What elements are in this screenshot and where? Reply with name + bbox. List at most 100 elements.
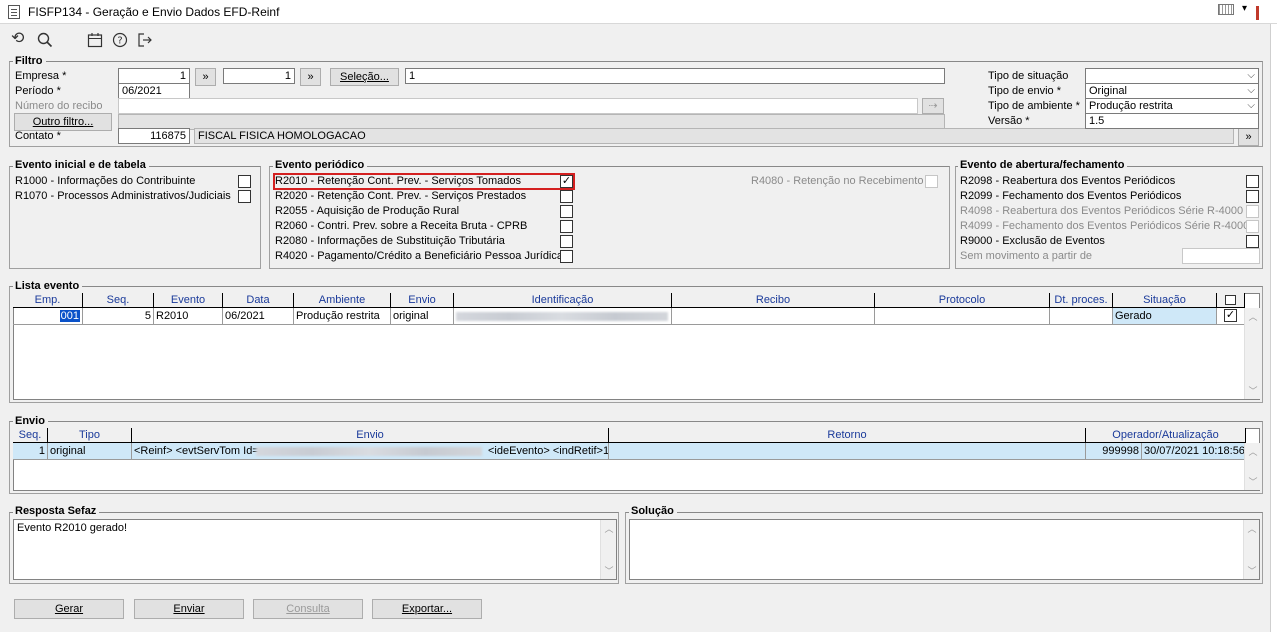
r1000-checkbox[interactable] <box>238 175 251 188</box>
col-envio-tipo[interactable]: Tipo <box>48 428 132 443</box>
periodo-input[interactable]: 06/2021 <box>118 83 190 99</box>
r4099-checkbox[interactable] <box>1246 220 1259 233</box>
envio-row-tipo[interactable]: original <box>48 443 132 460</box>
r2055-checkbox[interactable] <box>560 205 573 218</box>
filtro-legend: Filtro <box>13 55 46 67</box>
envio-row-envio[interactable]: <Reinf> <evtServTom Id= <ideEvento> <ind… <box>132 443 609 460</box>
r9000-checkbox[interactable] <box>1246 235 1259 248</box>
cell-data[interactable]: 06/2021 <box>223 308 294 325</box>
exit-icon[interactable] <box>137 32 153 51</box>
help-icon[interactable]: ? <box>112 32 128 51</box>
scroll-down-icon[interactable]: ﹀ <box>1244 564 1260 577</box>
col-envio-envio[interactable]: Envio <box>132 428 609 443</box>
r4098-checkbox[interactable] <box>1246 205 1259 218</box>
empresa-to-input[interactable]: 1 <box>223 68 295 84</box>
resposta-textarea[interactable]: Evento R2010 gerado! <box>13 519 617 580</box>
r2010-checkbox[interactable]: ✓ <box>560 175 573 188</box>
app-icon <box>8 5 20 19</box>
col-envio-seq[interactable]: Seq. <box>13 428 48 443</box>
cell-protocolo[interactable] <box>875 308 1050 325</box>
scroll-up-icon[interactable]: ︿ <box>1245 445 1261 458</box>
col-dt-proces[interactable]: Dt. proces. <box>1050 293 1113 308</box>
cell-check[interactable]: ✓ <box>1217 308 1245 325</box>
cell-identificacao[interactable] <box>454 308 672 325</box>
empresa-from-input[interactable]: 1 <box>118 68 190 84</box>
resposta-scrollbar[interactable]: ︿ ﹀ <box>600 520 616 579</box>
keyboard-icon[interactable] <box>1218 4 1234 15</box>
gerar-button[interactable]: Gerar <box>14 599 124 619</box>
dropdown-arrow-icon[interactable]: ▾ <box>1242 3 1247 14</box>
r2080-checkbox[interactable] <box>560 235 573 248</box>
col-ambiente[interactable]: Ambiente <box>294 293 391 308</box>
scroll-down-icon[interactable]: ﹀ <box>601 564 617 577</box>
exportar-button[interactable]: Exportar... <box>372 599 482 619</box>
r2099-checkbox[interactable] <box>1246 190 1259 203</box>
solucao-textarea[interactable] <box>629 519 1260 580</box>
col-identificacao[interactable]: Identificação <box>454 293 672 308</box>
empresa-to-more-button[interactable]: » <box>300 68 321 86</box>
envio-row-seq[interactable]: 1 <box>13 443 48 460</box>
scroll-up-icon[interactable]: ︿ <box>1245 310 1261 323</box>
numero-recibo-lookup-button[interactable]: ⇢ <box>922 98 944 114</box>
r2060-checkbox[interactable] <box>560 220 573 233</box>
scroll-down-icon[interactable]: ﹀ <box>1245 384 1261 397</box>
envio-scrollbar[interactable]: ︿ ﹀ <box>1244 443 1260 490</box>
lista-evento-scrollbar[interactable]: ︿ ﹀ <box>1244 308 1260 399</box>
scroll-up-icon[interactable]: ︿ <box>1244 522 1260 535</box>
scroll-up-icon[interactable]: ︿ <box>601 522 617 535</box>
col-data[interactable]: Data <box>223 293 294 308</box>
cell-recibo[interactable] <box>672 308 875 325</box>
numero-recibo-input[interactable] <box>118 98 918 114</box>
tipo-envio-select[interactable]: Original ⌵ <box>1085 83 1259 99</box>
envio-row-atualizacao[interactable]: 30/07/2021 10:18:56 <box>1142 443 1246 460</box>
r4020-checkbox[interactable] <box>560 250 573 263</box>
col-envio[interactable]: Envio <box>391 293 454 308</box>
cell-dt-proces[interactable] <box>1050 308 1113 325</box>
cell-situacao[interactable]: Gerado <box>1113 308 1217 325</box>
cell-emp[interactable]: 001 <box>59 310 80 322</box>
enviar-button[interactable]: Enviar <box>134 599 244 619</box>
cell-evento[interactable]: R2010 <box>154 308 223 325</box>
calendar-icon[interactable] <box>87 32 103 51</box>
r2020-label: R2020 - Retenção Cont. Prev. - Serviços … <box>275 190 527 202</box>
sem-movimento-input[interactable] <box>1182 248 1260 264</box>
selecao-button[interactable]: Seleção... <box>330 68 399 86</box>
row-checkbox[interactable]: ✓ <box>1224 309 1237 322</box>
redacted-block <box>456 312 668 321</box>
empresa-from-more-button[interactable]: » <box>195 68 216 86</box>
contato-more-button[interactable]: » <box>1238 128 1259 146</box>
r4080-checkbox[interactable] <box>925 175 938 188</box>
cell-seq[interactable]: 5 <box>83 308 154 325</box>
col-recibo[interactable]: Recibo <box>672 293 875 308</box>
col-situacao[interactable]: Situação <box>1113 293 1217 308</box>
col-protocolo[interactable]: Protocolo <box>875 293 1050 308</box>
table-row[interactable]: 001 <box>13 308 83 325</box>
envio-row-operador[interactable]: 999998 <box>1086 443 1142 460</box>
r2010-label: R2010 - Retenção Cont. Prev. - Serviços … <box>275 175 521 187</box>
tipo-situacao-select[interactable]: ⌵ <box>1085 68 1259 84</box>
envio-row-retorno[interactable] <box>609 443 1086 460</box>
solucao-scrollbar[interactable]: ︿ ﹀ <box>1243 520 1259 579</box>
r2098-checkbox[interactable] <box>1246 175 1259 188</box>
col-evento[interactable]: Evento <box>154 293 223 308</box>
scroll-down-icon[interactable]: ﹀ <box>1245 475 1261 488</box>
cell-envio[interactable]: original <box>391 308 454 325</box>
tipo-ambiente-select[interactable]: Produção restrita ⌵ <box>1085 98 1259 114</box>
versao-input[interactable]: 1.5 <box>1085 113 1259 129</box>
refresh-icon[interactable]: ⟲ <box>11 31 24 47</box>
col-envio-operador[interactable]: Operador/Atualização <box>1086 428 1246 443</box>
outro-filtro-button[interactable]: Outro filtro... <box>14 113 112 131</box>
col-seq[interactable]: Seq. <box>83 293 154 308</box>
search-icon[interactable] <box>37 32 53 48</box>
contato-code-input[interactable]: 116875 <box>118 128 190 144</box>
col-select-all[interactable] <box>1217 293 1245 308</box>
select-all-checkbox[interactable] <box>1225 295 1236 305</box>
col-envio-retorno[interactable]: Retorno <box>609 428 1086 443</box>
chevron-down-icon: ⌵ <box>1247 70 1255 81</box>
consulta-button[interactable]: Consulta <box>253 599 363 619</box>
cell-ambiente[interactable]: Produção restrita <box>294 308 391 325</box>
r2020-checkbox[interactable] <box>560 190 573 203</box>
r1070-checkbox[interactable] <box>238 190 251 203</box>
col-emp[interactable]: Emp. <box>13 293 83 308</box>
selecao-input[interactable]: 1 <box>405 68 945 84</box>
